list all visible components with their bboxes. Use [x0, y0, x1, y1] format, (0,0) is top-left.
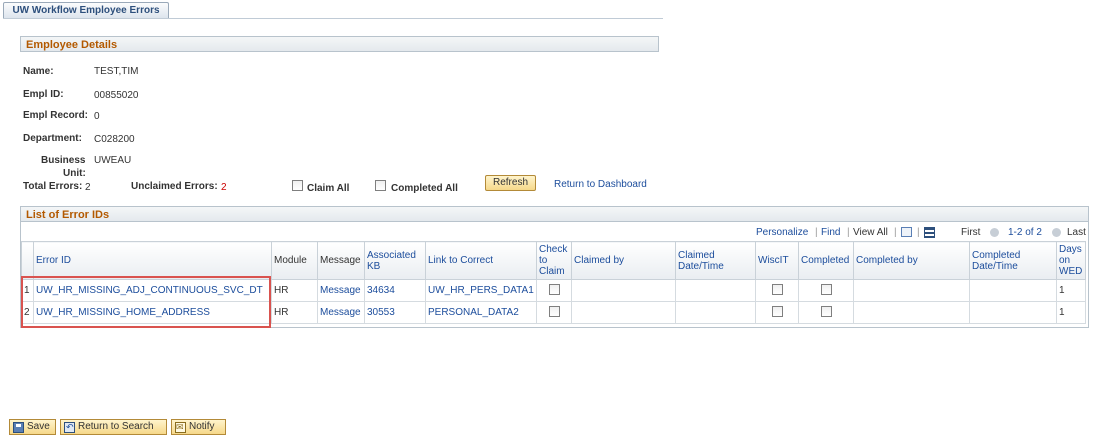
col-claimed-by[interactable]: Claimed by — [571, 241, 676, 280]
row-range: 1-2 of 2 — [1008, 227, 1042, 238]
next-arrow-icon[interactable] — [1052, 228, 1061, 237]
name-value: TEST,TIM — [94, 66, 139, 77]
employee-details-header: Employee Details — [20, 36, 659, 52]
completed-by-value — [853, 279, 970, 302]
claimed-datetime-value — [675, 279, 756, 302]
new-window-icon[interactable] — [901, 227, 912, 237]
completed-all-checkbox[interactable] — [375, 180, 386, 191]
col-error-id[interactable]: Error ID — [33, 241, 272, 280]
tab-uw-workflow-employee-errors[interactable]: UW Workflow Employee Errors — [3, 2, 169, 19]
business-unit-label-line1: Business — [41, 155, 86, 166]
tab-underline — [3, 18, 663, 19]
completed-checkbox[interactable] — [820, 305, 832, 317]
name-label: Name: — [23, 66, 54, 77]
return-to-dashboard-link[interactable]: Return to Dashboard — [554, 179, 647, 190]
unclaimed-errors-value: 2 — [221, 182, 227, 193]
save-icon — [13, 421, 24, 433]
view-all-link[interactable]: View All — [853, 224, 888, 241]
check-to-claim-checkbox[interactable] — [548, 283, 560, 295]
department-label: Department: — [23, 133, 82, 144]
completed-all-label: Completed All — [391, 183, 458, 194]
nav-separator: | — [917, 227, 920, 238]
col-message: Message — [317, 241, 365, 280]
module-value: HR — [271, 279, 318, 302]
col-check-to-claim[interactable]: Check to Claim — [536, 241, 572, 280]
error-id-highlight-box — [21, 276, 271, 328]
kb-link[interactable]: 34634 — [364, 279, 426, 302]
col-completed[interactable]: Completed — [798, 241, 854, 280]
notify-button[interactable]: Notify — [171, 419, 226, 435]
claimed-datetime-value — [675, 301, 756, 324]
total-errors-label: Total Errors: — [23, 181, 83, 192]
message-link[interactable]: Message — [317, 279, 365, 302]
completed-checkbox[interactable] — [820, 283, 832, 295]
completed-datetime-value — [969, 279, 1057, 302]
col-wiscit[interactable]: WiscIT — [755, 241, 799, 280]
wiscit-cell — [755, 279, 799, 302]
business-unit-value: UWEAU — [94, 155, 132, 166]
check-to-claim-cell — [536, 301, 572, 324]
empl-record-value: 0 — [94, 111, 100, 122]
notify-icon — [175, 420, 186, 434]
claimed-by-value — [571, 279, 676, 302]
table-header-row: Error ID Module Message Associated KB Lin… — [21, 241, 1086, 280]
check-to-claim-checkbox[interactable] — [548, 305, 560, 317]
find-link[interactable]: Find — [821, 224, 840, 241]
completed-by-value — [853, 301, 970, 324]
nav-separator: | — [847, 227, 850, 238]
kb-link[interactable]: 30553 — [364, 301, 426, 324]
link-to-correct-link[interactable]: UW_HR_PERS_DATA1 — [425, 279, 537, 302]
department-value: C028200 — [94, 134, 135, 145]
grid-nav-bar: Personalize | Find | View All | | First … — [21, 224, 1088, 241]
emplid-value: 00855020 — [94, 90, 139, 101]
col-completed-by[interactable]: Completed by — [853, 241, 970, 280]
col-row-number — [21, 241, 34, 280]
nav-separator: | — [815, 227, 818, 238]
completed-cell — [798, 279, 854, 302]
unclaimed-errors-label: Unclaimed Errors: — [131, 181, 218, 192]
nav-separator: | — [894, 227, 897, 238]
days-on-wed-value: 1 — [1056, 301, 1086, 324]
message-link[interactable]: Message — [317, 301, 365, 324]
wiscit-checkbox[interactable] — [771, 305, 783, 317]
personalize-link[interactable]: Personalize — [756, 224, 808, 241]
first-link[interactable]: First — [961, 224, 980, 241]
module-value: HR — [271, 301, 318, 324]
days-on-wed-value: 1 — [1056, 279, 1086, 302]
col-claimed-datetime[interactable]: Claimed Date/Time — [675, 241, 756, 280]
empl-record-label: Empl Record: — [23, 110, 89, 121]
col-module: Module — [271, 241, 318, 280]
refresh-button[interactable]: Refresh — [485, 175, 536, 191]
col-associated-kb[interactable]: Associated KB — [364, 241, 426, 280]
link-to-correct-link[interactable]: PERSONAL_DATA2 — [425, 301, 537, 324]
check-to-claim-cell — [536, 279, 572, 302]
col-completed-datetime[interactable]: Completed Date/Time — [969, 241, 1057, 280]
previous-arrow-icon[interactable] — [990, 228, 999, 237]
claimed-by-value — [571, 301, 676, 324]
business-unit-label-line2: Unit: — [63, 168, 86, 179]
last-link[interactable]: Last — [1067, 224, 1086, 241]
wiscit-cell — [755, 301, 799, 324]
col-link-to-correct[interactable]: Link to Correct — [425, 241, 537, 280]
emplid-label: Empl ID: — [23, 89, 64, 100]
save-button[interactable]: Save — [9, 419, 56, 435]
claim-all-label: Claim All — [307, 183, 350, 194]
error-list-header: List of Error IDs — [20, 206, 1089, 222]
total-errors-value: 2 — [85, 182, 91, 193]
download-spreadsheet-icon[interactable] — [924, 227, 935, 238]
wiscit-checkbox[interactable] — [771, 283, 783, 295]
claim-all-checkbox[interactable] — [292, 180, 303, 191]
return-to-search-button[interactable]: Return to Search — [60, 419, 167, 435]
return-to-search-icon — [64, 420, 75, 434]
completed-datetime-value — [969, 301, 1057, 324]
completed-cell — [798, 301, 854, 324]
col-days-on-wed[interactable]: Days on WED — [1056, 241, 1086, 280]
